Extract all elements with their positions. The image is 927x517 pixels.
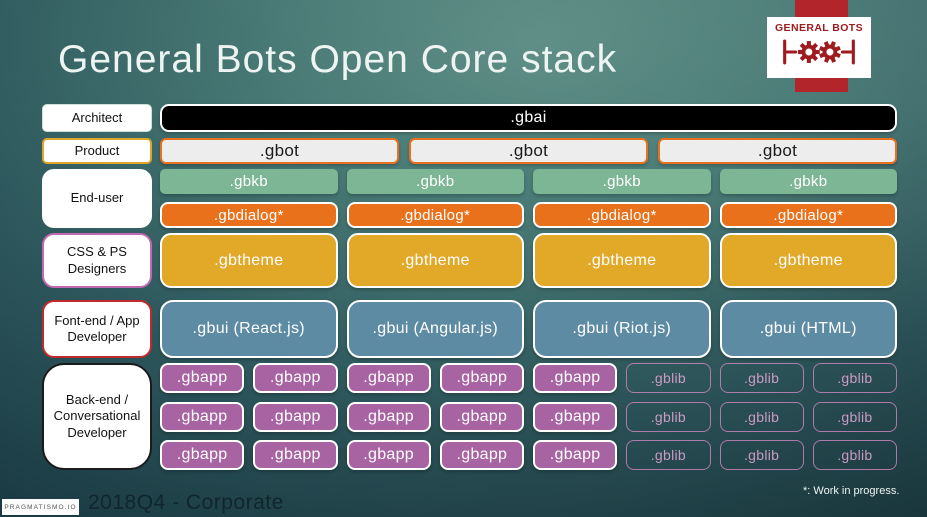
block-gbui-riot: .gbui (Riot.js) <box>533 300 711 358</box>
block-gbapp: .gbapp <box>253 440 338 470</box>
block-gblib: .gblib <box>812 402 897 432</box>
block-gblib: .gblib <box>812 363 897 393</box>
block-gbot: .gbot <box>658 138 897 164</box>
block-gbapp: .gbapp <box>346 363 431 393</box>
block-gblib: .gblib <box>719 440 804 470</box>
band-gbapp-row-3: .gbapp .gbapp .gbapp .gbapp .gbapp .gbli… <box>160 440 897 470</box>
block-gbapp: .gbapp <box>439 402 524 432</box>
row-label-css-ps-designers: CSS & PS Designers <box>42 233 152 288</box>
block-gbapp: .gbapp <box>346 402 431 432</box>
block-gbui-angular: .gbui (Angular.js) <box>346 300 524 358</box>
band-gbapp-row-1: .gbapp .gbapp .gbapp .gbapp .gbapp .gbli… <box>160 363 897 393</box>
block-gbapp: .gbapp <box>346 440 431 470</box>
block-gbui-html: .gbui (HTML) <box>719 300 897 358</box>
band-gbai: .gbai <box>160 104 897 132</box>
gears-icon <box>780 34 858 75</box>
block-gbkb: .gbkb <box>160 169 338 194</box>
block-gbkb: .gbkb <box>346 169 524 194</box>
block-gblib: .gblib <box>812 440 897 470</box>
row-label-architect: Architect <box>42 104 152 132</box>
general-bots-logo: GENERAL BOTS <box>767 17 871 78</box>
block-gbtheme: .gbtheme <box>346 233 524 288</box>
block-gbapp: .gbapp <box>533 402 618 432</box>
logo-wordmark: GENERAL BOTS <box>774 22 864 34</box>
row-label-backend-conversational-developer: Back-end / Conversational Developer <box>42 363 152 470</box>
block-gbtheme: .gbtheme <box>533 233 711 288</box>
block-gbot: .gbot <box>409 138 648 164</box>
block-gbapp: .gbapp <box>160 440 245 470</box>
block-gbkb: .gbkb <box>533 169 711 194</box>
block-gblib: .gblib <box>719 402 804 432</box>
block-gbkb: .gbkb <box>719 169 897 194</box>
block-gbapp: .gbapp <box>439 440 524 470</box>
block-gbdialog: .gbdialog* <box>346 202 524 228</box>
block-gbui-react: .gbui (React.js) <box>160 300 338 358</box>
band-gbkb: .gbkb .gbkb .gbkb .gbkb <box>160 169 897 194</box>
pragmatismo-badge: PRAGMATISMO.IO <box>2 499 79 515</box>
block-gblib: .gblib <box>626 440 711 470</box>
block-gbdialog: .gbdialog* <box>533 202 711 228</box>
row-label-frontend-app-developer: Font-end / App Developer <box>42 300 152 358</box>
block-gbapp: .gbapp <box>160 363 245 393</box>
block-gbapp: .gbapp <box>533 440 618 470</box>
band-gbdialog: .gbdialog* .gbdialog* .gbdialog* .gbdial… <box>160 202 897 228</box>
block-gbapp: .gbapp <box>253 402 338 432</box>
work-in-progress-footnote: *: Work in progress. <box>803 485 900 497</box>
block-gbapp: .gbapp <box>253 363 338 393</box>
band-gbui: .gbui (React.js) .gbui (Angular.js) .gbu… <box>160 300 897 358</box>
block-gbot: .gbot <box>160 138 399 164</box>
block-gbai: .gbai <box>160 104 897 132</box>
page-title: General Bots Open Core stack <box>58 38 618 81</box>
block-gbapp: .gbapp <box>533 363 618 393</box>
block-gbapp: .gbapp <box>439 363 524 393</box>
band-gbapp-row-2: .gbapp .gbapp .gbapp .gbapp .gbapp .gbli… <box>160 402 897 432</box>
band-gbot: .gbot .gbot .gbot <box>160 138 897 164</box>
block-gbdialog: .gbdialog* <box>160 202 338 228</box>
footer-caption: 2018Q4 - Corporate <box>88 491 284 514</box>
block-gbtheme: .gbtheme <box>719 233 897 288</box>
block-gblib: .gblib <box>626 363 711 393</box>
block-gbapp: .gbapp <box>160 402 245 432</box>
block-gblib: .gblib <box>626 402 711 432</box>
block-gblib: .gblib <box>719 363 804 393</box>
block-gbdialog: .gbdialog* <box>719 202 897 228</box>
row-label-product: Product <box>42 138 152 164</box>
band-gbtheme: .gbtheme .gbtheme .gbtheme .gbtheme <box>160 233 897 288</box>
block-gbtheme: .gbtheme <box>160 233 338 288</box>
slide: General Bots Open Core stack GENERAL BOT… <box>0 0 927 517</box>
row-label-end-user: End-user <box>42 169 152 228</box>
